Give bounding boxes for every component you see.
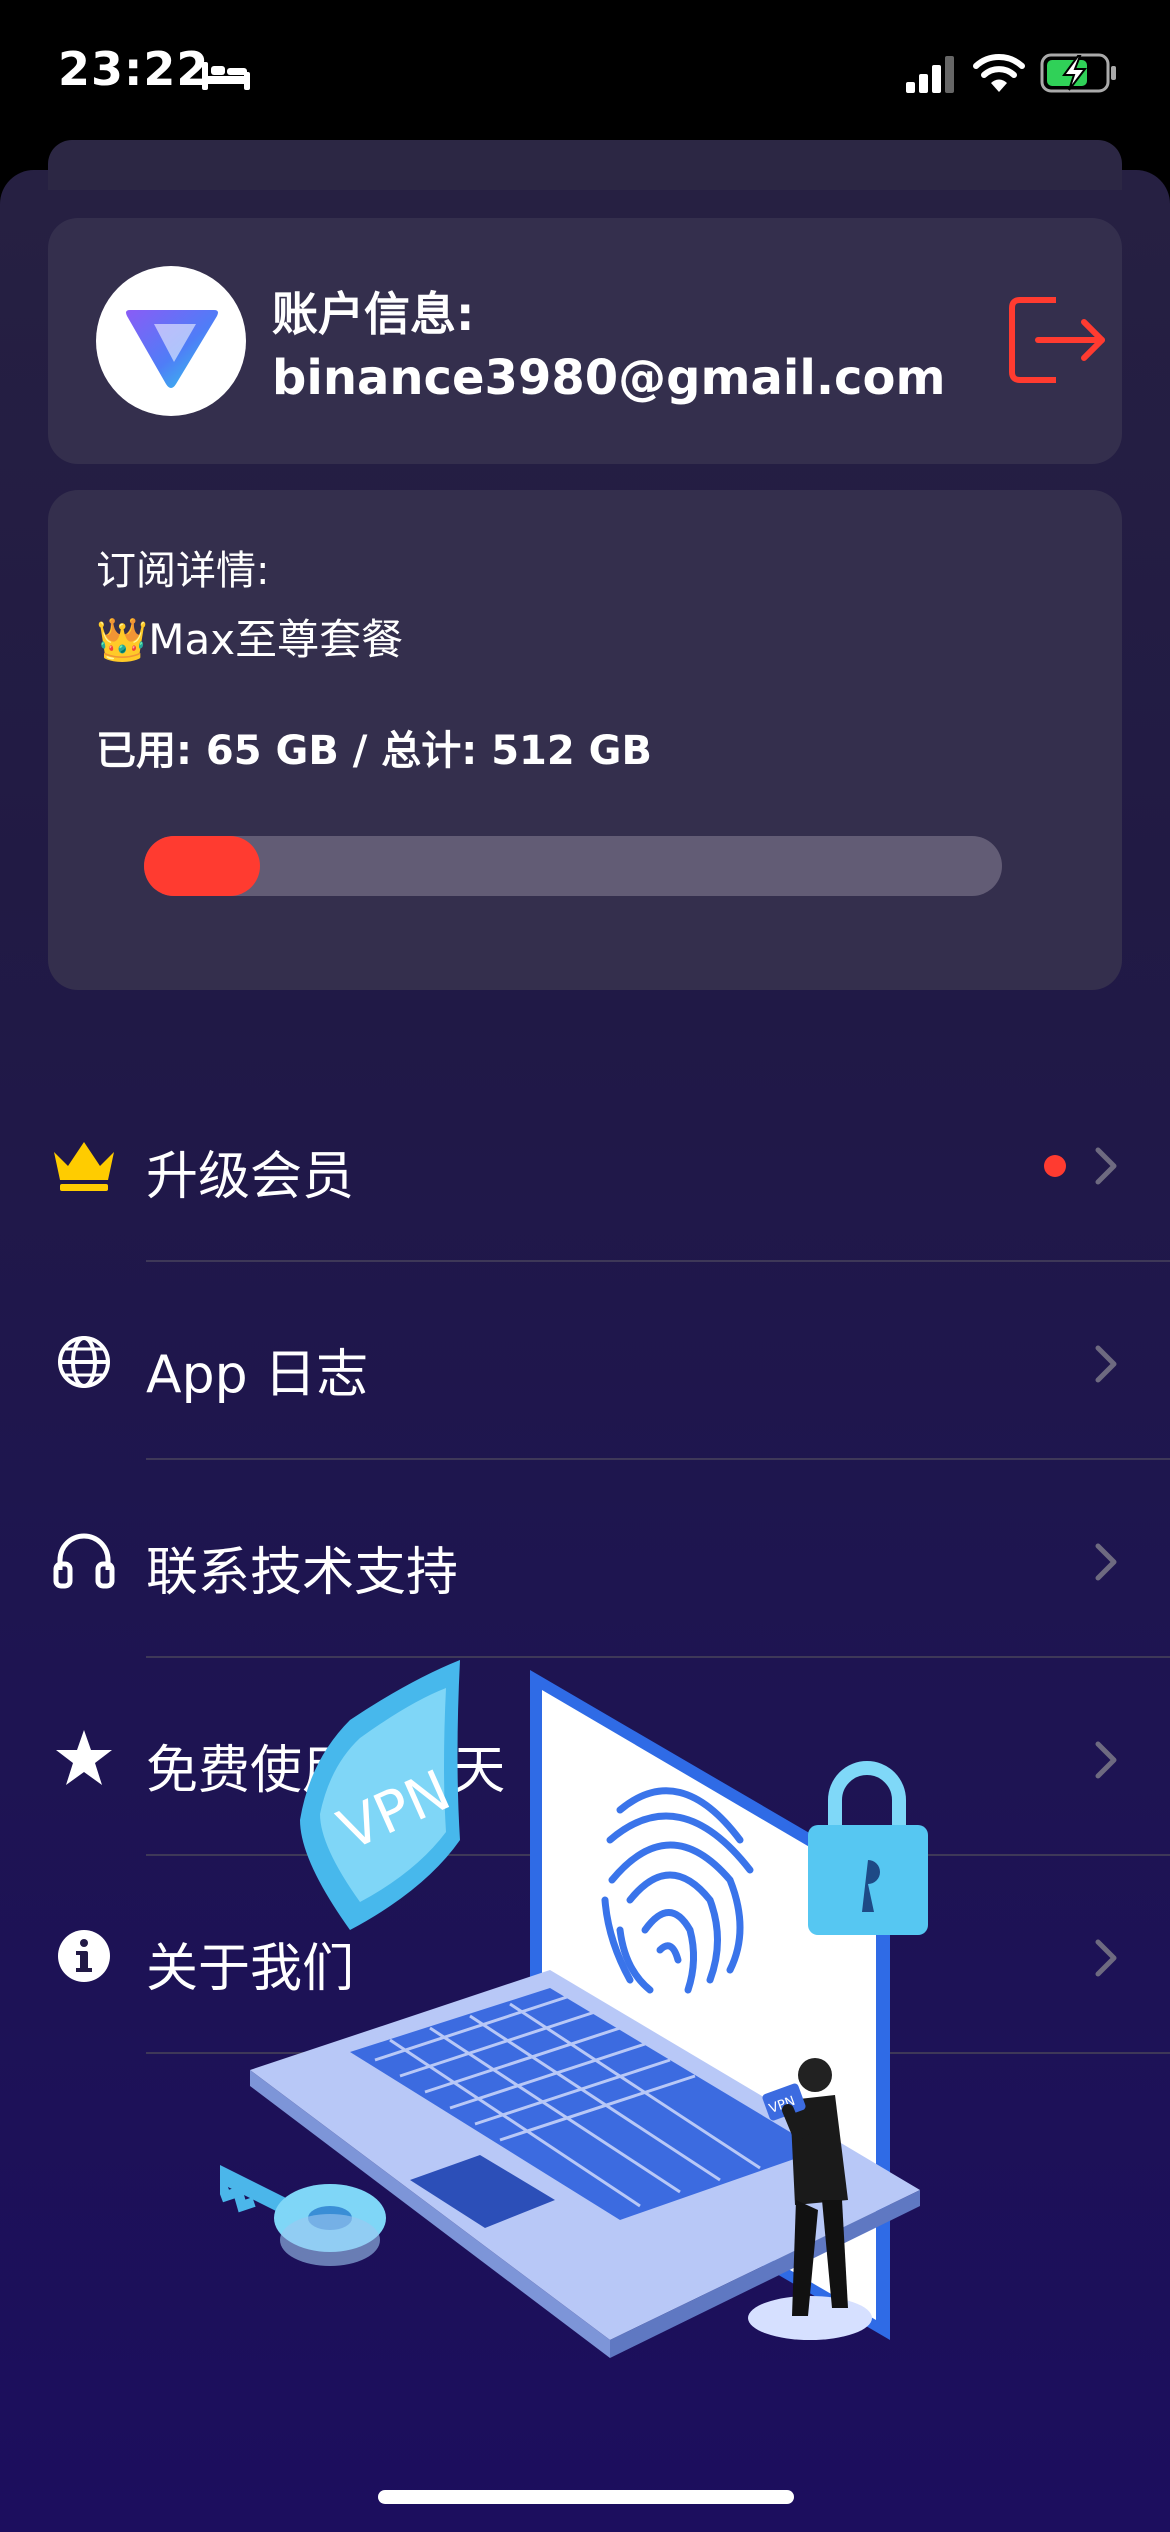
status-time: 23:22 bbox=[58, 42, 210, 96]
account-title: 账户信息: bbox=[272, 287, 475, 341]
star-icon bbox=[56, 1730, 112, 1785]
chevron-right-icon bbox=[1095, 1939, 1117, 1977]
app-logo-icon bbox=[126, 310, 218, 388]
chevron-right-icon bbox=[1095, 1345, 1117, 1383]
menu-item-app-log[interactable]: App 日志 bbox=[0, 1262, 1170, 1460]
account-card: 账户信息: binance3980@gmail.com bbox=[48, 218, 1122, 464]
headphones-icon bbox=[53, 1533, 115, 1589]
menu-item-label: App 日志 bbox=[146, 1345, 369, 1405]
chevron-right-icon bbox=[1095, 1543, 1117, 1581]
subscription-title: 订阅详情: bbox=[96, 548, 270, 594]
battery-charging-icon bbox=[1040, 53, 1116, 93]
menu-item-label: 升级会员 bbox=[146, 1147, 355, 1207]
usage-progress-fill bbox=[144, 836, 260, 896]
background-sheet-peek bbox=[48, 140, 1122, 190]
app-logo bbox=[96, 266, 246, 416]
subscription-plan: 👑Max至尊套餐 bbox=[96, 615, 404, 664]
globe-icon bbox=[58, 1336, 110, 1388]
data-usage-text: 已用: 65 GB / 总计: 512 GB bbox=[96, 728, 652, 774]
subscription-card: 订阅详情: 👑Max至尊套餐 已用: 65 GB / 总计: 512 GB bbox=[48, 490, 1122, 990]
menu-item-label: 联系技术支持 bbox=[146, 1543, 459, 1603]
usage-progress-bar bbox=[144, 836, 1002, 896]
crown-icon bbox=[54, 1142, 114, 1191]
bed-icon bbox=[202, 62, 250, 90]
home-indicator[interactable] bbox=[378, 2490, 794, 2504]
menu-item-support[interactable]: 联系技术支持 bbox=[0, 1460, 1170, 1658]
vpn-security-illustration: VPN VPN bbox=[220, 1660, 928, 2358]
logout-icon[interactable] bbox=[1008, 294, 1108, 386]
account-email: binance3980@gmail.com bbox=[272, 350, 946, 406]
info-icon bbox=[58, 1930, 110, 1982]
chevron-right-icon bbox=[1095, 1147, 1117, 1185]
notification-dot bbox=[1044, 1155, 1066, 1177]
menu-item-upgrade[interactable]: 升级会员 bbox=[0, 1064, 1170, 1262]
wifi-icon bbox=[973, 54, 1025, 92]
signal-icon bbox=[906, 56, 954, 93]
chevron-right-icon bbox=[1095, 1741, 1117, 1779]
